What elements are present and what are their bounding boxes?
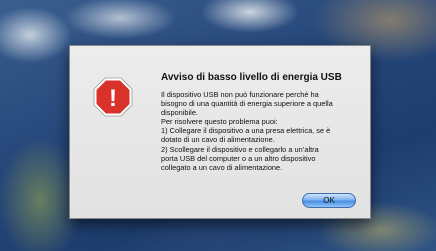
stop-sign-alert-icon: ! xyxy=(93,77,133,117)
dialog-title: Avviso di basso livello di energia USB xyxy=(161,72,342,83)
ok-button[interactable]: OK xyxy=(302,193,356,208)
dialog-message: Il dispositivo USB non può funzionare pe… xyxy=(161,90,333,172)
usb-power-alert-dialog: ! Avviso di basso livello di energia USB… xyxy=(69,45,371,219)
svg-text:!: ! xyxy=(109,85,117,112)
